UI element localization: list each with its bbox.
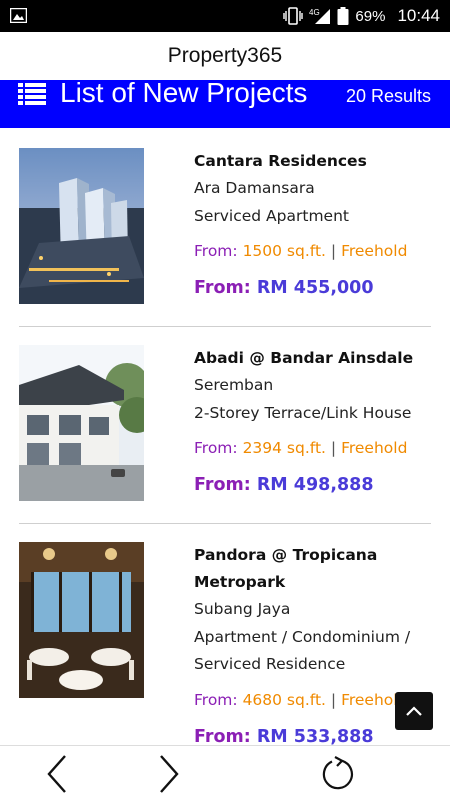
back-button[interactable] xyxy=(27,746,87,800)
separator: | xyxy=(330,690,337,709)
project-price: From: RM 498,888 xyxy=(194,475,434,495)
project-size: 1500 sq.ft. xyxy=(242,242,326,260)
price-value: RM 533,888 xyxy=(256,726,374,746)
chevron-right-icon xyxy=(160,754,179,793)
project-name[interactable]: Abadi @ Bandar Ainsdale xyxy=(194,345,434,372)
project-type: Serviced Apartment xyxy=(194,206,349,225)
divider xyxy=(19,326,431,327)
chevron-up-icon xyxy=(406,706,422,716)
project-type: Apartment / Condominium / Serviced Resid… xyxy=(194,627,411,674)
separator: | xyxy=(330,439,337,457)
list-header: List of New Projects 20 Results xyxy=(0,77,450,128)
project-location: Subang Jaya xyxy=(194,600,291,618)
project-thumbnail[interactable] xyxy=(19,148,144,304)
size-from-label: From: xyxy=(194,690,238,709)
price-value: RM 498,888 xyxy=(256,475,374,495)
forward-button[interactable] xyxy=(139,746,199,800)
list-item[interactable]: Pandora @ Tropicana Metropark Subang Jay… xyxy=(19,542,431,745)
app-title: Property365 xyxy=(167,44,283,67)
refresh-button[interactable] xyxy=(308,746,368,800)
project-thumbnail[interactable] xyxy=(19,542,144,698)
project-info: Abadi @ Bandar Ainsdale Seremban 2-Store… xyxy=(194,345,434,495)
price-from-label: From: xyxy=(194,475,251,495)
project-meta: From: 1500 sq.ft. | Freehold xyxy=(194,242,434,260)
price-value: RM 455,000 xyxy=(256,278,374,298)
clock: 10:44 xyxy=(397,6,440,25)
project-name[interactable]: Cantara Residences xyxy=(194,148,434,175)
price-from-label: From: xyxy=(194,726,251,746)
project-type: 2-Storey Terrace/Link House xyxy=(194,403,412,422)
price-from-label: From: xyxy=(194,278,251,298)
separator: | xyxy=(330,242,337,260)
project-price: From: RM 455,000 xyxy=(194,278,434,298)
project-info: Cantara Residences Ara Damansara Service… xyxy=(194,148,434,298)
scroll-top-button[interactable] xyxy=(395,692,433,730)
project-size: 2394 sq.ft. xyxy=(242,439,326,457)
gallery-icon xyxy=(10,8,27,23)
battery-percent: 69% xyxy=(355,7,386,25)
project-thumbnail[interactable] xyxy=(19,345,144,501)
battery-icon xyxy=(337,7,349,25)
list-item[interactable]: Cantara Residences Ara Damansara Service… xyxy=(19,148,431,328)
svg-text:4G: 4G xyxy=(309,8,320,17)
bottom-nav xyxy=(0,745,450,800)
vibrate-icon xyxy=(283,7,304,25)
project-list: Cantara Residences Ara Damansara Service… xyxy=(0,128,450,745)
refresh-icon xyxy=(322,755,353,789)
size-from-label: From: xyxy=(194,242,238,260)
project-meta: From: 2394 sq.ft. | Freehold xyxy=(194,439,434,457)
results-count: 20 Results xyxy=(345,86,431,106)
status-bar: 4G 69% 10:44 xyxy=(0,0,450,32)
chevron-left-icon xyxy=(47,754,66,793)
signal-icon: 4G xyxy=(309,8,331,24)
page-title: List of New Projects xyxy=(60,77,308,108)
list-icon xyxy=(18,83,46,105)
divider xyxy=(19,523,431,524)
project-location: Seremban xyxy=(194,376,274,394)
project-location: Ara Damansara xyxy=(194,179,315,197)
app-bar: Property365 xyxy=(0,32,450,80)
project-name[interactable]: Pandora @ Tropicana Metropark xyxy=(194,542,434,596)
list-item[interactable]: Abadi @ Bandar Ainsdale Seremban 2-Store… xyxy=(19,345,431,525)
project-size: 4680 sq.ft. xyxy=(242,690,326,709)
size-from-label: From: xyxy=(194,439,238,457)
project-tenure: Freehold xyxy=(341,439,408,457)
project-tenure: Freehold xyxy=(341,242,408,260)
